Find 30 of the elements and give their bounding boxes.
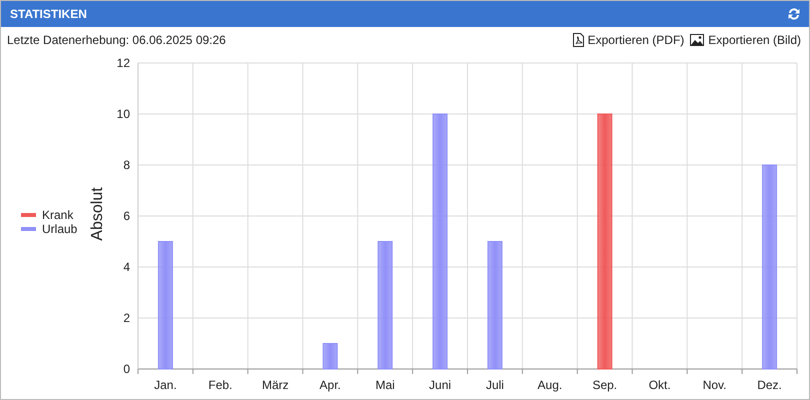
export-link[interactable]: Exportieren (Bild) [690, 33, 801, 47]
axis-tick-label: 8 [123, 158, 130, 172]
category-label: Mai [375, 378, 395, 392]
refresh-icon[interactable] [787, 7, 801, 21]
category-label: Juni [429, 378, 452, 392]
category-label: Feb. [208, 378, 232, 392]
legend-label: Krank [42, 208, 74, 222]
axis-title: Absolut [89, 187, 106, 241]
panel-title: STATISTIKEN [10, 7, 87, 21]
pdf-file-icon [572, 33, 584, 47]
legend-label: Urlaub [42, 222, 78, 236]
category-label: Apr. [320, 378, 341, 392]
axis-tick-label: 4 [123, 260, 130, 274]
axis-tick-label: 12 [116, 56, 130, 70]
axis-tick-label: 2 [123, 311, 130, 325]
category-label: Juli [486, 378, 504, 392]
axis-tick-label: 0 [123, 362, 130, 376]
category-label: Nov. [702, 378, 727, 392]
axis-tick-label: 6 [123, 209, 130, 223]
category-label: Dez. [757, 378, 782, 392]
bar [322, 343, 338, 370]
axis-tick-label: 10 [116, 107, 130, 121]
last-update-text: Letzte Datenerhebung: 06.06.2025 09:26 [7, 33, 226, 47]
category-label: März [262, 378, 289, 392]
category-label: Aug. [538, 378, 562, 392]
image-icon [690, 34, 704, 46]
export-link[interactable]: Exportieren (PDF) [572, 33, 684, 47]
category-label: Okt. [648, 378, 671, 392]
category-label: Jan. [154, 378, 177, 392]
category-label: Sep. [592, 378, 618, 392]
